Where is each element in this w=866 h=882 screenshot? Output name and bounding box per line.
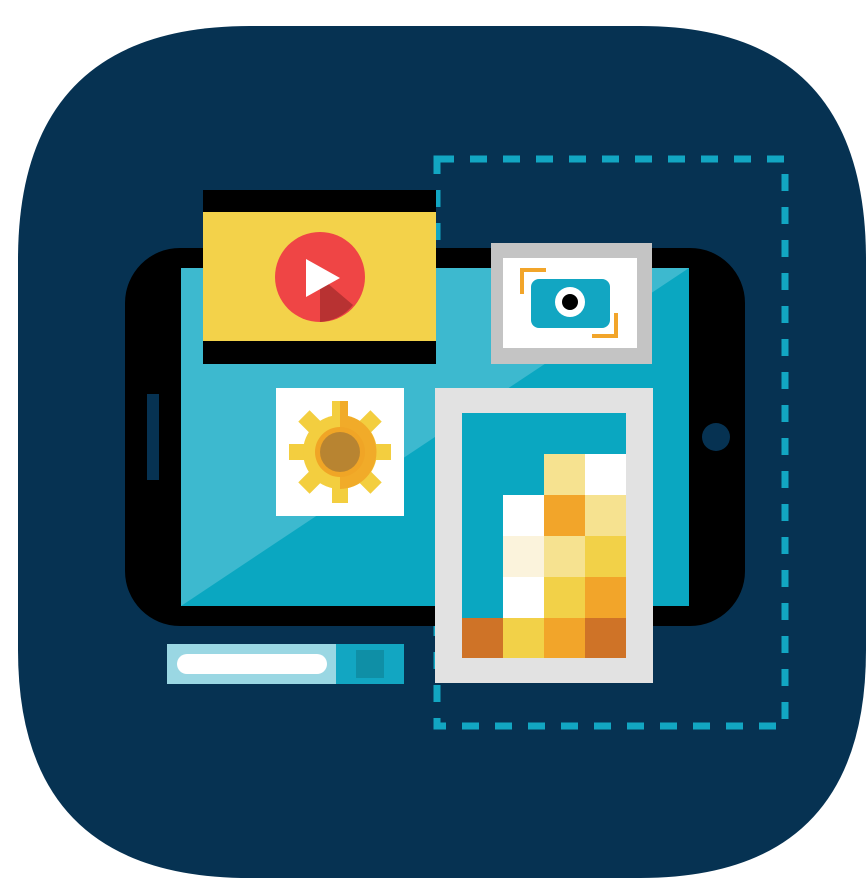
tablet-side-button xyxy=(147,394,159,480)
icon-stage xyxy=(0,0,866,882)
search-bar xyxy=(167,644,404,684)
video-player-card xyxy=(203,190,436,364)
camera-icon xyxy=(531,279,610,328)
search-field xyxy=(177,654,327,674)
photo-gallery-card xyxy=(435,388,653,683)
gear-icon xyxy=(289,401,391,503)
app-icon xyxy=(18,26,866,878)
tablet-home-button xyxy=(702,423,730,451)
play-icon xyxy=(275,232,365,322)
settings-card xyxy=(276,388,404,516)
camera-card xyxy=(491,243,652,364)
search-button xyxy=(356,650,384,678)
